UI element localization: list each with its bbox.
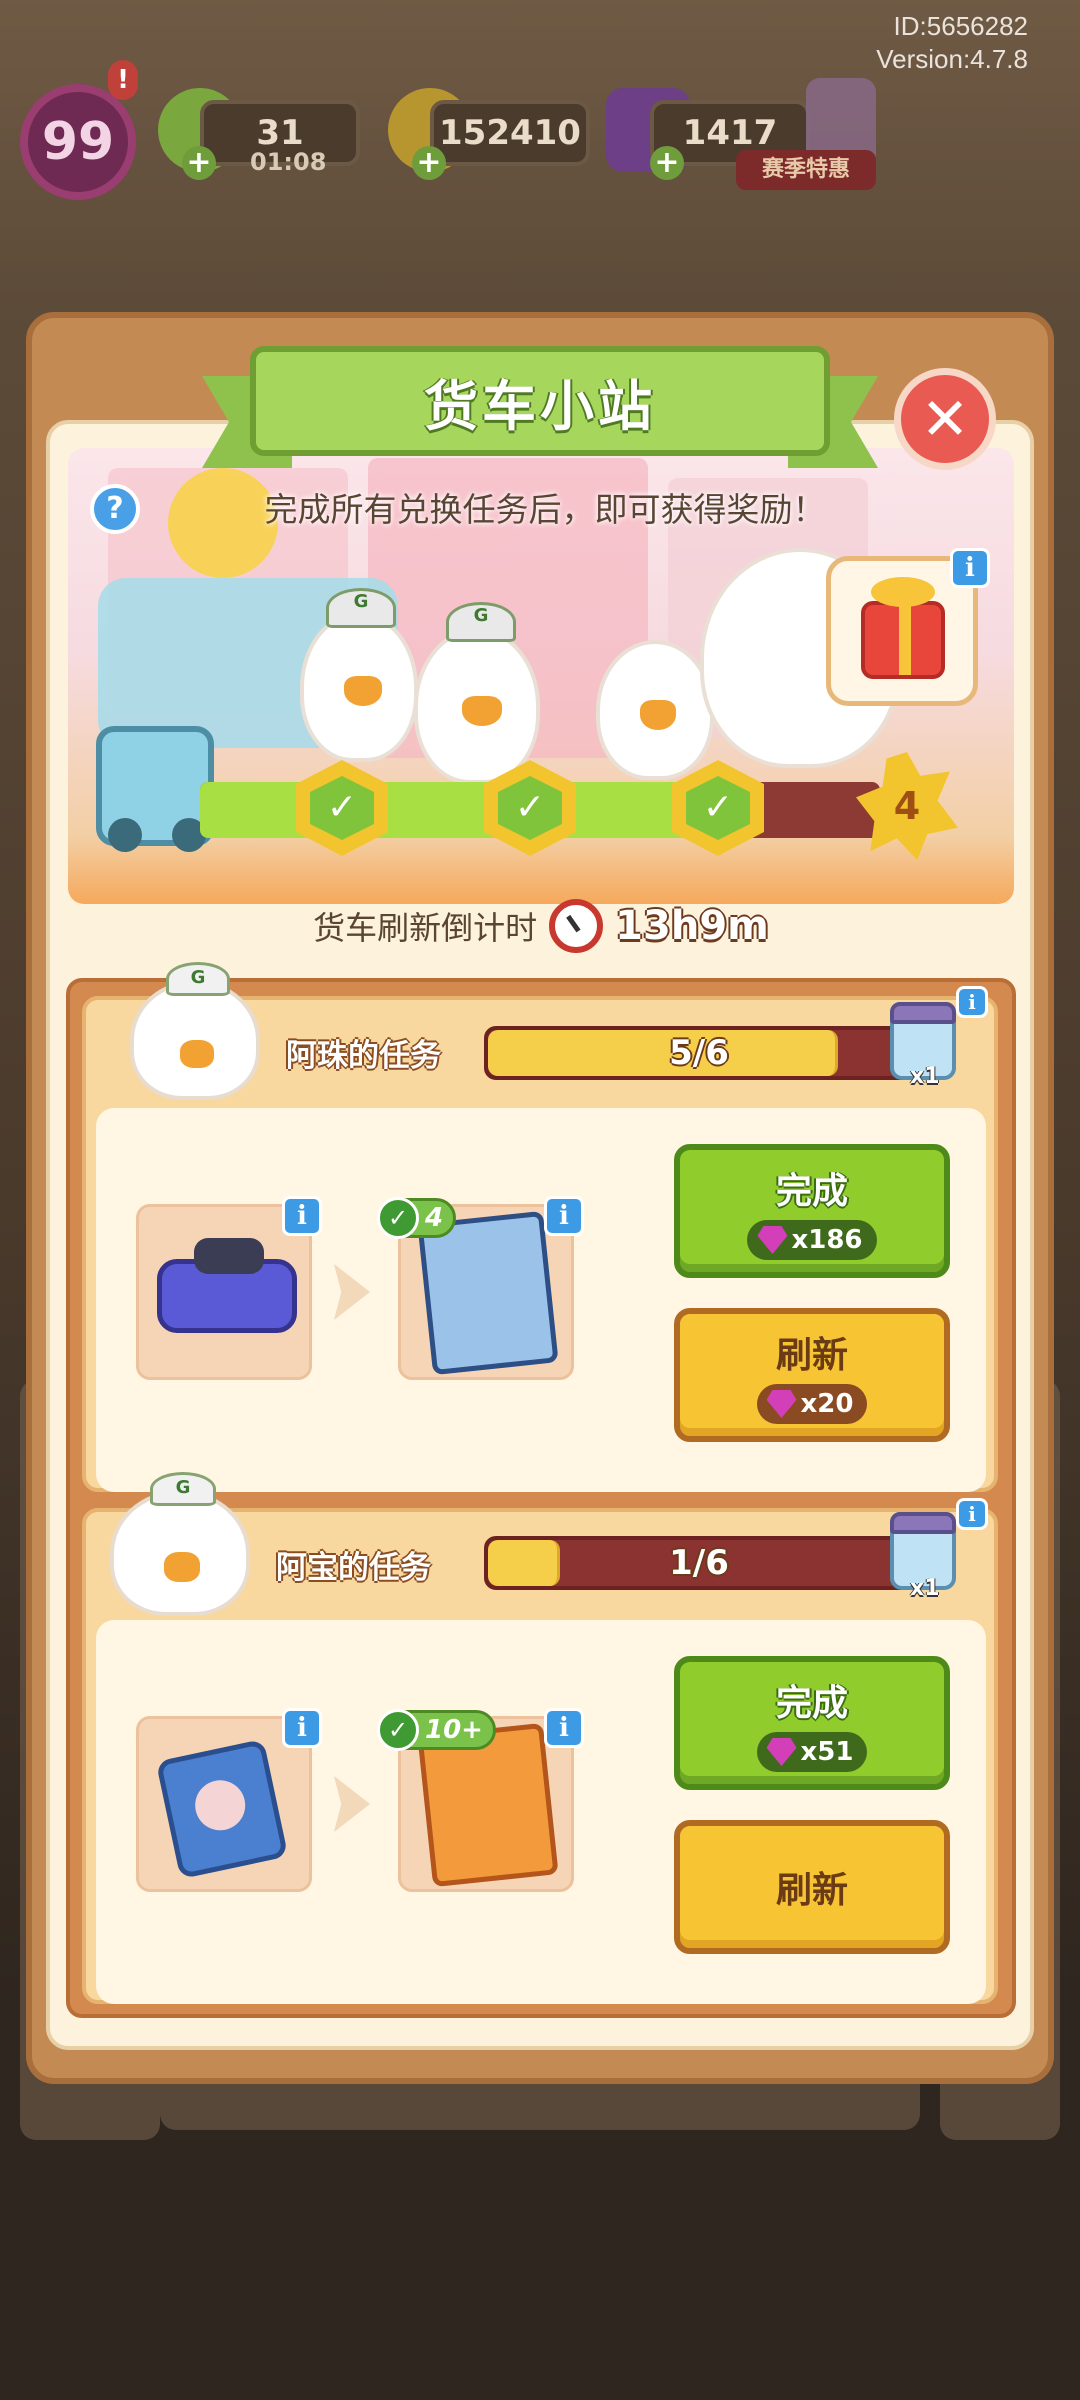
duck-clerk-character: G	[414, 602, 540, 784]
level-alert-badge: !	[108, 60, 138, 100]
gem-value: 1417	[682, 113, 778, 153]
reward-count: x1	[910, 1576, 940, 1601]
complete-cost-value: x186	[791, 1225, 863, 1255]
player-level-value: 99	[41, 112, 115, 172]
add-coins-button[interactable]: +	[412, 146, 446, 180]
duck-character	[596, 640, 714, 780]
coin-value: 152410	[439, 113, 581, 153]
gem-icon	[757, 1226, 788, 1254]
item-info-icon[interactable]: i	[544, 1708, 584, 1748]
task-progress-bar: 5/6	[484, 1026, 914, 1080]
owned-count-badge: ✓ 4	[377, 1197, 457, 1239]
complete-cost: x51	[756, 1732, 868, 1772]
cassette-player-icon	[155, 1738, 289, 1880]
owned-count: 10+	[425, 1715, 483, 1745]
item-info-icon[interactable]: i	[282, 1196, 322, 1236]
check-icon: ✓	[377, 1197, 419, 1239]
duck-portrait-abao: G	[110, 1472, 250, 1616]
task-hint-text: 完成所有兑换任务后，即可获得奖励！	[264, 490, 826, 529]
complete-label: 完成	[775, 1683, 848, 1724]
duck-portrait-azhu: G	[130, 962, 260, 1100]
check-icon: ✓	[498, 776, 562, 840]
complete-task-button[interactable]: 完成 x186	[674, 1144, 950, 1278]
complete-label: 完成	[775, 1171, 848, 1212]
complete-cost-value: x51	[800, 1737, 854, 1767]
owned-count-badge: ✓ 10+	[377, 1709, 496, 1751]
check-icon: ✓	[686, 776, 750, 840]
check-icon: ✓	[377, 1709, 419, 1751]
gift-box-icon	[861, 601, 945, 679]
coin-counter[interactable]: 152410	[430, 100, 590, 166]
refresh-task-button[interactable]: 刷新	[674, 1820, 950, 1954]
reward-info-icon[interactable]: i	[956, 986, 988, 1018]
reward-count: x1	[910, 1064, 940, 1089]
clock-icon	[549, 899, 604, 953]
task-progress-bar: 1/6	[484, 1536, 914, 1590]
refresh-countdown: 货车刷新倒计时 13h9m	[68, 892, 1014, 960]
check-icon: ✓	[310, 776, 374, 840]
refresh-cost-value: x20	[800, 1389, 854, 1419]
reward-info-icon[interactable]: i	[956, 1498, 988, 1530]
energy-value: 31	[256, 113, 304, 153]
player-level-badge[interactable]: 99	[20, 84, 136, 200]
season-offer-label[interactable]: 赛季特惠	[736, 150, 876, 190]
complete-task-button[interactable]: 完成 x51	[674, 1656, 950, 1790]
item-info-icon[interactable]: i	[544, 1196, 584, 1236]
reward-info-icon[interactable]: i	[950, 548, 990, 588]
delivery-truck-icon	[96, 726, 214, 852]
countdown-value: 13h9m	[615, 903, 769, 949]
task-owner-name: 阿珠的任务	[286, 1038, 441, 1074]
refresh-cost: x20	[756, 1384, 868, 1424]
countdown-label: 货车刷新倒计时	[313, 909, 538, 947]
refresh-label: 刷新	[775, 1870, 848, 1911]
help-icon[interactable]: ?	[90, 484, 140, 534]
task-owner-name: 阿宝的任务	[276, 1550, 431, 1586]
item-info-icon[interactable]: i	[282, 1708, 322, 1748]
refresh-label: 刷新	[775, 1335, 848, 1376]
duck-clerk-character: G	[300, 588, 418, 762]
milestone-progress-fill	[200, 782, 751, 838]
gem-icon	[766, 1390, 797, 1418]
refresh-task-button[interactable]: 刷新 x20	[674, 1308, 950, 1442]
complete-cost: x186	[747, 1220, 877, 1260]
owned-count: 4	[425, 1203, 444, 1233]
add-gems-button[interactable]: +	[650, 146, 684, 180]
energy-timer: 01:08	[250, 148, 327, 176]
gift-bow	[871, 577, 935, 607]
gem-icon	[766, 1738, 797, 1766]
resource-bar: 99 ! 31 01:08 + 152410 + 1417 + 赛季特惠	[0, 60, 1080, 200]
task-progress-text: 5/6	[669, 1033, 729, 1073]
close-icon: ✕	[920, 385, 970, 453]
game-console-icon	[157, 1238, 297, 1333]
add-energy-button[interactable]: +	[182, 146, 216, 180]
close-button[interactable]: ✕	[894, 368, 996, 470]
modal-title: 货车小站	[250, 346, 830, 456]
player-id: ID:5656282	[893, 11, 1028, 41]
task-progress-text: 1/6	[669, 1543, 729, 1583]
